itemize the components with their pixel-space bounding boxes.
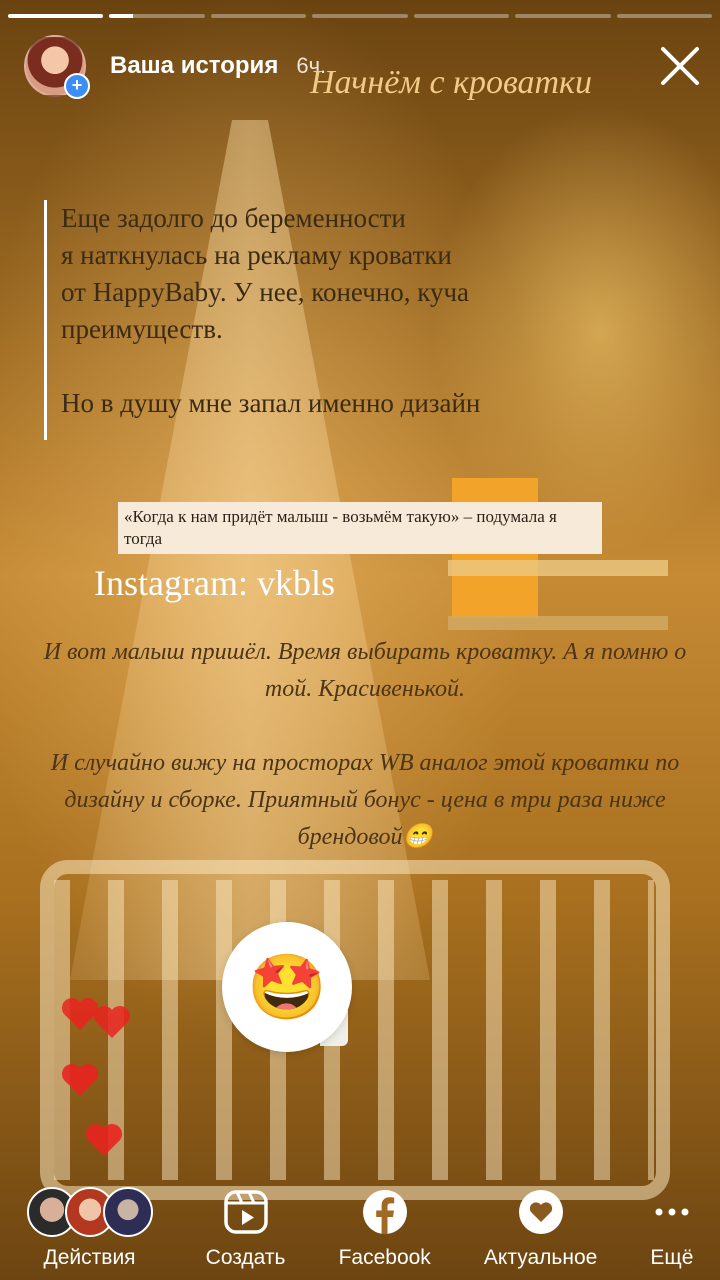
- heart-icon: [62, 1064, 98, 1096]
- highlights-button[interactable]: Актуальное: [484, 1186, 597, 1270]
- viewers-avatars: [26, 1186, 153, 1238]
- emoji-reaction-bubble[interactable]: 🤩: [222, 922, 352, 1052]
- story-progress-segment: [616, 14, 712, 18]
- story-paragraphs: И вот малыш пришёл. Время выбирать крова…: [40, 634, 690, 856]
- story-title: Начнём с кроватки: [310, 64, 592, 101]
- create-story-icon: [223, 1186, 269, 1238]
- story-paragraph: И случайно вижу на просторах WB аналог э…: [50, 750, 680, 850]
- close-icon[interactable]: [658, 44, 702, 88]
- highlights-label: Актуальное: [483, 1246, 598, 1269]
- story-header: + Ваша история 6ч.: [24, 35, 326, 99]
- more-dots-icon: [654, 1186, 690, 1238]
- story-progress-segment: [8, 14, 104, 18]
- highlight-heart-icon: [518, 1186, 564, 1238]
- quote-line: от HappyBaby. У нее, конечно, куча: [61, 277, 470, 307]
- story-owner-name[interactable]: Ваша история: [110, 52, 278, 80]
- quote-gap: [61, 348, 644, 385]
- viewer-avatar-icon: [102, 1187, 153, 1237]
- facebook-label: Facebook: [338, 1246, 431, 1269]
- crib-frame: [40, 860, 670, 1200]
- facebook-icon: [362, 1186, 408, 1238]
- avatar[interactable]: +: [24, 35, 90, 99]
- wall-shelf-lower: [448, 616, 668, 630]
- create-label: Создать: [205, 1246, 286, 1269]
- story-progress-segment: [109, 14, 205, 18]
- facebook-share-button[interactable]: Facebook: [339, 1186, 431, 1270]
- star-struck-emoji-icon: 🤩: [247, 950, 327, 1023]
- story-progress-segment: [515, 14, 611, 18]
- more-button[interactable]: Ещё: [650, 1186, 693, 1270]
- text-sticker: «Когда к нам придёт малыш - возьмём таку…: [118, 502, 602, 554]
- story-paragraph: И вот малыш пришёл. Время выбирать крова…: [43, 639, 687, 702]
- story-progress-segment: [312, 14, 408, 18]
- more-label: Ещё: [650, 1246, 694, 1269]
- quote-line: Еще задолго до беременности: [61, 203, 406, 233]
- instagram-handle: Instagram: vkbls: [94, 563, 335, 603]
- quote-line: преимуществ.: [61, 314, 223, 344]
- actions-label: Действия: [43, 1246, 136, 1269]
- story-progress-fill: [8, 14, 104, 18]
- story-progress-bar: [8, 14, 712, 18]
- heart-icon: [86, 1124, 122, 1156]
- actions-button[interactable]: Действия: [26, 1186, 153, 1270]
- quote-line: я наткнулась на рекламу кроватки: [61, 240, 452, 270]
- bottom-action-bar: Действия Создать Facebook Актуальное Ещё: [0, 1170, 720, 1280]
- story-progress-fill: [109, 14, 134, 18]
- story-progress-segment: [413, 14, 510, 18]
- quote-line: Но в душу мне запал именно дизайн: [61, 388, 481, 418]
- wall-shelf: [448, 560, 668, 576]
- add-story-plus-icon[interactable]: +: [64, 73, 90, 99]
- heart-icon: [94, 1006, 130, 1038]
- story-progress-segment: [210, 14, 307, 18]
- create-button[interactable]: Создать: [205, 1186, 286, 1270]
- story-quote-block: Еще задолго до беременности я наткнулась…: [44, 200, 644, 440]
